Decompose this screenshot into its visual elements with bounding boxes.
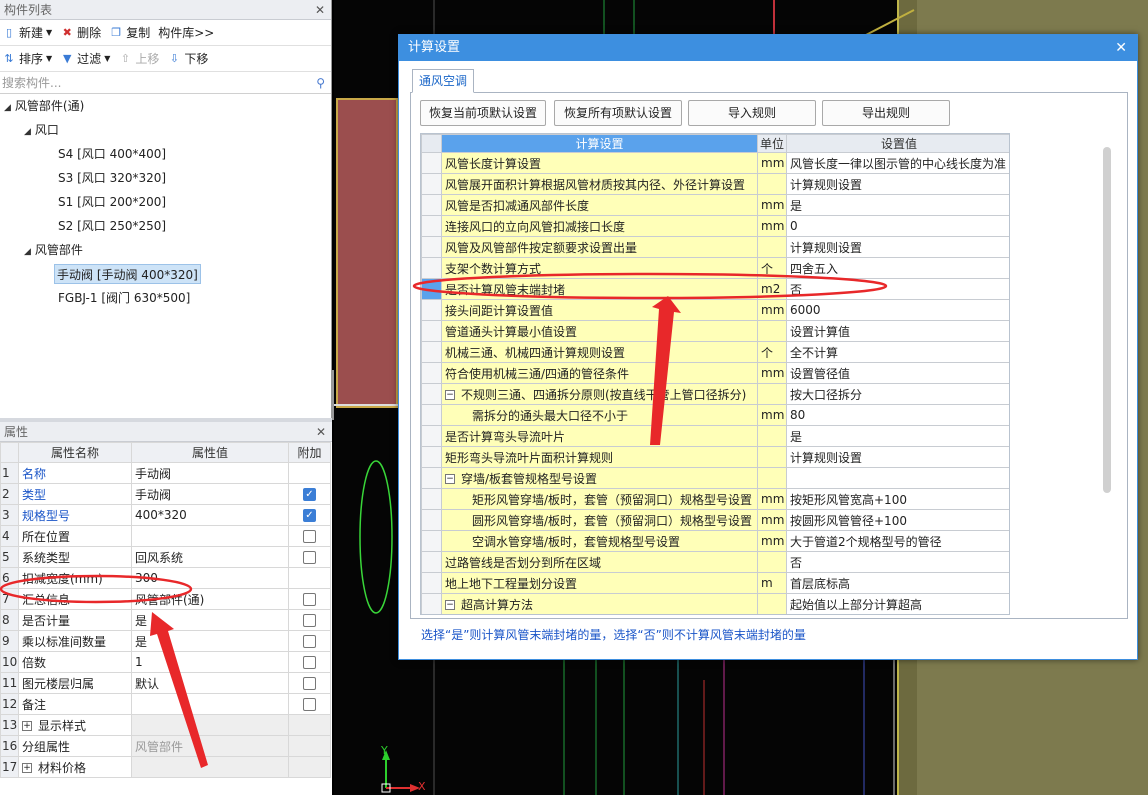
annotation-arrow-property (150, 612, 208, 768)
annotation-arrow-dialog (650, 296, 681, 445)
annotation-layer (0, 272, 888, 768)
annotation-ellipse-property (0, 574, 193, 604)
annotation-ellipse-dialog (412, 272, 888, 300)
